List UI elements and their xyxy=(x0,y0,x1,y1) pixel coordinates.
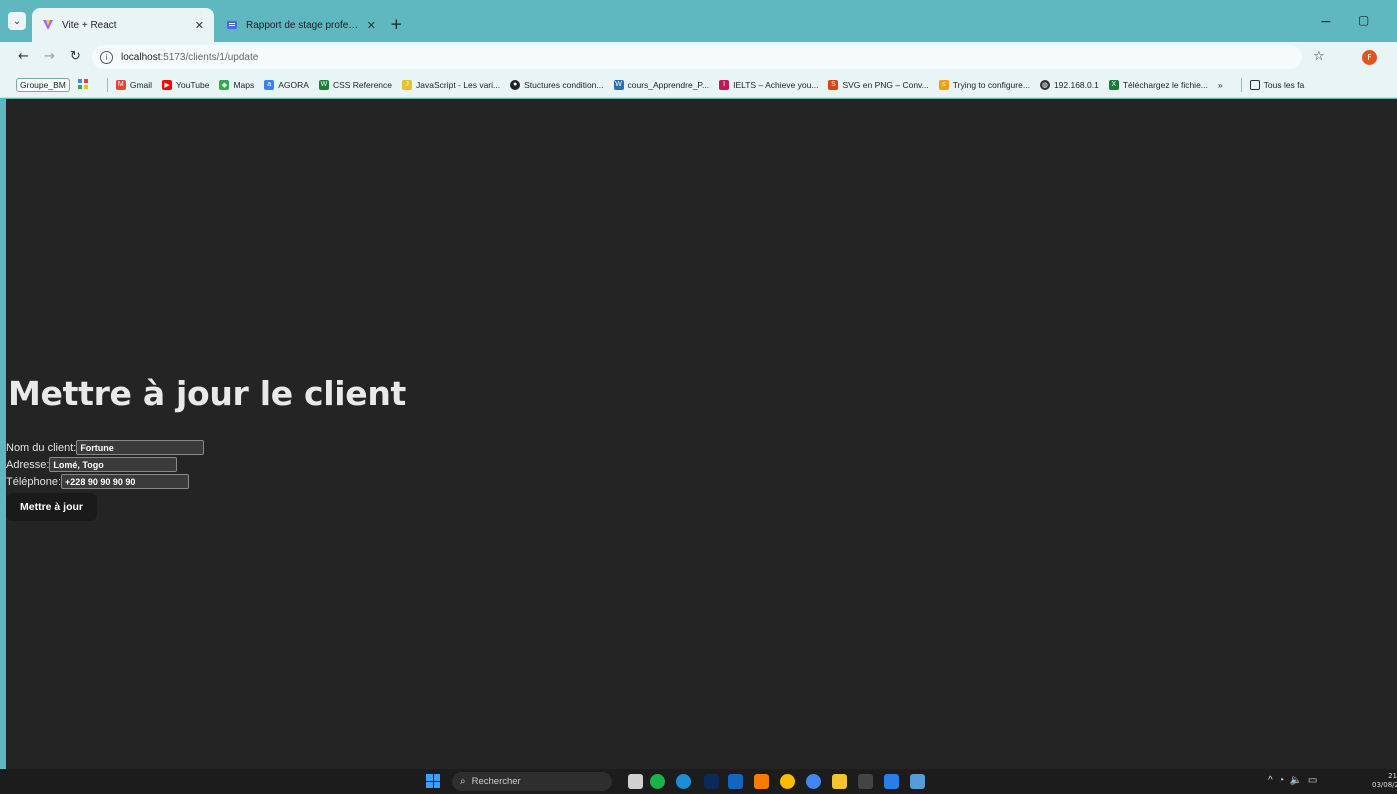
whatsapp-icon[interactable] xyxy=(650,774,665,789)
bookmark-telechargez[interactable]: X Téléchargez le fichie... xyxy=(1108,79,1208,90)
bookmark-separator xyxy=(106,77,108,92)
tab-vite-react[interactable]: Vite + React ✕ xyxy=(32,8,214,42)
address-bar[interactable]: i localhost:5173/clients/1/update xyxy=(92,45,1302,69)
form-row-name: Nom du client: xyxy=(6,439,205,456)
bookmark-all-folder[interactable]: Tous les fa xyxy=(1249,79,1304,90)
file-explorer-icon[interactable] xyxy=(832,774,847,789)
folder-icon xyxy=(1249,79,1260,90)
client-address-input[interactable] xyxy=(49,457,178,472)
back-arrow-icon[interactable]: ← xyxy=(18,49,29,64)
taskbar-search[interactable]: ⌕ Rechercher xyxy=(452,772,612,791)
notepad-icon[interactable] xyxy=(910,774,925,789)
stackoverflow-icon: s xyxy=(938,79,949,90)
outlook-icon[interactable] xyxy=(728,774,743,789)
bookmark-separator xyxy=(1240,77,1242,92)
windows-start-icon[interactable] xyxy=(426,774,440,788)
search-placeholder: Rechercher xyxy=(471,776,521,787)
url-path: :5173/clients/1/update xyxy=(160,51,259,63)
tab-rapport[interactable]: Rapport de stage professionnel ✕ xyxy=(216,8,386,42)
site-info-icon[interactable]: i xyxy=(100,50,113,64)
github-icon: ● xyxy=(510,79,521,90)
terminal-icon[interactable] xyxy=(858,774,873,789)
bookmark-css-reference[interactable]: W CSS Reference xyxy=(318,79,392,90)
url-host: localhost xyxy=(121,51,161,63)
w3-icon: W xyxy=(318,79,329,90)
new-tab-button[interactable]: + xyxy=(390,15,403,33)
client-name-input[interactable] xyxy=(76,440,205,455)
svg-icon: S xyxy=(828,79,839,90)
wordpress-icon: W xyxy=(613,79,624,90)
browser-toolbar: ← → ↻ i localhost:5173/clients/1/update … xyxy=(0,42,1397,72)
tab-label: Vite + React xyxy=(62,19,117,31)
chrome-profile-icon[interactable] xyxy=(806,774,821,789)
forward-arrow-icon[interactable]: → xyxy=(44,49,55,64)
bookmark-svg-png[interactable]: S SVG en PNG – Conv... xyxy=(828,79,929,90)
profile-avatar[interactable]: F xyxy=(1362,50,1377,65)
excel-icon: X xyxy=(1108,79,1119,90)
task-view-icon[interactable] xyxy=(628,774,643,789)
tab-strip: ⌄ Vite + React ✕ Rapport de stage profes… xyxy=(0,0,1397,42)
bookmark-maps[interactable]: ◆ Maps xyxy=(219,79,254,90)
page-title: Mettre à jour le client xyxy=(8,374,407,413)
taskbar-clock[interactable]: 21 03/08/2 xyxy=(1372,772,1397,790)
bookmarks-overflow-button[interactable]: » xyxy=(1218,80,1223,90)
address-label: Adresse: xyxy=(6,458,50,471)
update-button[interactable]: Mettre à jour xyxy=(6,493,98,521)
form-row-phone: Téléphone: xyxy=(6,473,204,490)
bookmark-structures[interactable]: ● Stuctures condition... xyxy=(510,79,604,90)
client-phone-input[interactable] xyxy=(61,474,190,489)
javascript-icon: J xyxy=(402,79,413,90)
screen: ⌄ Vite + React ✕ Rapport de stage profes… xyxy=(0,0,1397,794)
update-client-form: Nom du client: Adresse: Téléphone: Mettr… xyxy=(6,439,205,521)
close-icon[interactable]: ✕ xyxy=(195,19,204,32)
bookmarks-bar: Groupe_BM M Gmail ▶ YouTube ◆ Maps a AGORA W… xyxy=(0,72,1397,98)
minimize-icon[interactable]: − xyxy=(1320,14,1332,30)
bookmark-star-icon[interactable]: ☆ xyxy=(1313,49,1325,64)
bookmark-groupe-bm[interactable]: Groupe_BM xyxy=(16,77,70,92)
ielts-icon: I xyxy=(719,79,730,90)
tab-search-button[interactable]: ⌄ xyxy=(8,12,26,30)
bookmark-cours[interactable]: Wcours_Apprendre_P... xyxy=(613,79,709,90)
phone-label: Téléphone: xyxy=(6,475,62,488)
page-viewport: Mettre à jour le client Nom du client: A… xyxy=(6,99,1397,769)
name-label: Nom du client: xyxy=(6,441,77,454)
chrome-icon[interactable] xyxy=(780,774,795,789)
vscode-icon[interactable] xyxy=(884,774,899,789)
form-row-address: Adresse: xyxy=(6,456,204,473)
globe-icon: ◍ xyxy=(1039,79,1050,90)
system-tray[interactable]: ^ ◔ 🔈 ▭ xyxy=(1268,775,1317,786)
edge-icon[interactable] xyxy=(676,774,691,789)
photoshop-icon[interactable] xyxy=(704,774,719,789)
bookmark-javascript[interactable]: J JavaScript - Les vari... xyxy=(402,79,500,90)
bookmark-ielts[interactable]: I IELTS – Achieve you... xyxy=(719,79,818,90)
apps-grid-icon[interactable] xyxy=(77,79,89,90)
vlc-icon[interactable] xyxy=(754,774,769,789)
bookmark-youtube[interactable]: ▶ YouTube xyxy=(162,79,209,90)
maps-icon: ◆ xyxy=(219,79,230,90)
reload-icon[interactable]: ↻ xyxy=(70,49,81,64)
agora-icon: a xyxy=(264,79,275,90)
bookmark-router[interactable]: ◍ 192.168.0.1 xyxy=(1039,79,1099,90)
bookmark-agora[interactable]: a AGORA xyxy=(264,79,309,90)
vite-icon xyxy=(42,19,54,31)
youtube-icon: ▶ xyxy=(162,79,173,90)
maximize-icon[interactable]: ▢ xyxy=(1358,13,1369,27)
close-icon[interactable]: ✕ xyxy=(367,19,376,32)
document-icon xyxy=(226,19,238,31)
tab-label: Rapport de stage professionnel xyxy=(246,19,361,31)
search-icon: ⌕ xyxy=(460,776,466,787)
gmail-icon: M xyxy=(115,79,126,90)
windows-taskbar: ⌕ Rechercher ^ ◔ 🔈 ▭ 21 03/08/2 xyxy=(0,769,1397,794)
bookmark-trying-configure[interactable]: s Trying to configure... xyxy=(938,79,1030,90)
bookmark-gmail[interactable]: M Gmail xyxy=(115,79,152,90)
